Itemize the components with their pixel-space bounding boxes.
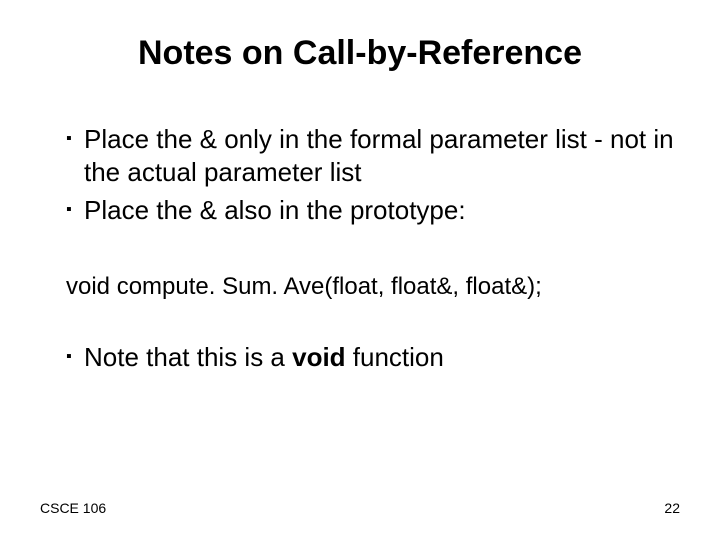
code-line: void compute. Sum. Ave(float, float&, fl… [66, 273, 680, 301]
bullet-text-pre: Note that this is a [84, 342, 292, 372]
bullet-item: ▪ Place the & also in the prototype: [66, 194, 680, 227]
bullet-text-bold: void [292, 342, 345, 372]
footer-right: 22 [664, 500, 680, 516]
bullet-list: ▪ Place the & only in the formal paramet… [66, 123, 680, 227]
slide-title: Notes on Call-by-Reference [40, 34, 680, 73]
slide: Notes on Call-by-Reference ▪ Place the &… [0, 0, 720, 540]
bullet-list: ▪ Note that this is a void function [66, 341, 680, 374]
bullet-text: Note that this is a void function [84, 341, 680, 374]
bullet-marker-icon: ▪ [66, 129, 84, 149]
footer: CSCE 106 22 [40, 500, 680, 516]
bullet-text: Place the & only in the formal parameter… [84, 123, 680, 188]
bullet-marker-icon: ▪ [66, 347, 84, 367]
bullet-text-post: function [346, 342, 444, 372]
bullet-text: Place the & also in the prototype: [84, 194, 680, 227]
bullet-item: ▪ Place the & only in the formal paramet… [66, 123, 680, 188]
bullet-marker-icon: ▪ [66, 200, 84, 220]
bullet-item: ▪ Note that this is a void function [66, 341, 680, 374]
footer-left: CSCE 106 [40, 500, 106, 516]
